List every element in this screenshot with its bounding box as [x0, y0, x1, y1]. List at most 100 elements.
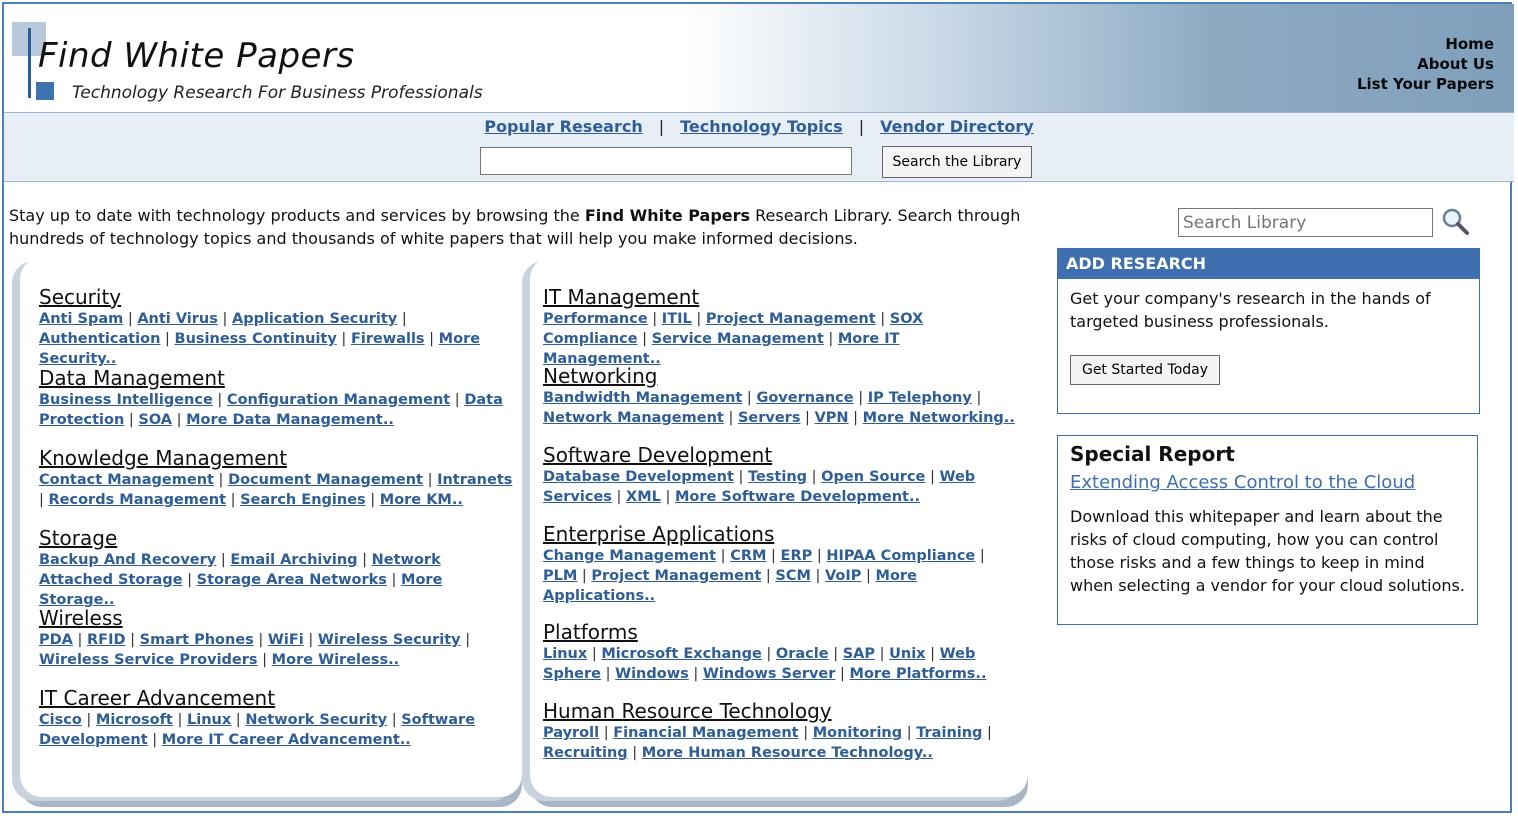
about-us-link[interactable]: About Us	[1357, 54, 1494, 74]
home-link[interactable]: Home	[1357, 34, 1494, 54]
category-links: Backup And Recovery | Email Archiving | …	[39, 550, 517, 610]
topic-link[interactable]: RFID	[87, 632, 126, 648]
logo-title[interactable]: Find White Papers	[38, 36, 355, 76]
topic-link[interactable]: Wireless Service Providers	[39, 652, 258, 668]
link-separator: |	[125, 632, 140, 648]
topic-link[interactable]: More Software Development..	[675, 489, 920, 505]
category-title[interactable]: Storage	[39, 526, 517, 550]
topic-link[interactable]: Linux	[187, 712, 231, 728]
topic-link[interactable]: Windows	[615, 666, 689, 682]
topic-link[interactable]: Microsoft Exchange	[601, 646, 761, 662]
topic-link[interactable]: Change Management	[543, 548, 716, 564]
topic-link[interactable]: CRM	[730, 548, 766, 564]
topic-link[interactable]: XML	[626, 489, 661, 505]
topic-link[interactable]: Servers	[738, 410, 801, 426]
topic-link[interactable]: Service Management	[652, 331, 824, 347]
topic-link[interactable]: VPN	[815, 410, 849, 426]
topic-link[interactable]: More Human Resource Technology..	[642, 745, 933, 761]
topic-link[interactable]: Unix	[889, 646, 925, 662]
topic-link[interactable]: Project Management	[591, 568, 761, 584]
get-started-button[interactable]: Get Started Today	[1070, 355, 1220, 385]
topic-link[interactable]: Business Continuity	[175, 331, 337, 347]
sidebar-search-input[interactable]	[1178, 208, 1433, 237]
topic-link[interactable]: Contact Management	[39, 472, 214, 488]
topic-link[interactable]: Linux	[543, 646, 587, 662]
topic-link[interactable]: Business Intelligence	[39, 392, 213, 408]
topic-link[interactable]: SAP	[843, 646, 875, 662]
topic-link[interactable]: Network Security	[245, 712, 387, 728]
category-links: Cisco | Microsoft | Linux | Network Secu…	[39, 710, 517, 750]
category-title[interactable]: Enterprise Applications	[543, 522, 1021, 546]
category-title[interactable]: Software Development	[543, 443, 1021, 467]
topic-link[interactable]: Bandwidth Management	[543, 390, 742, 406]
topic-link[interactable]: Anti Virus	[137, 311, 218, 327]
category-title[interactable]: IT Management	[543, 285, 1021, 309]
topic-link[interactable]: HIPAA Compliance	[826, 548, 975, 564]
category-title[interactable]: IT Career Advancement	[39, 686, 517, 710]
topic-link[interactable]: Network Management	[543, 410, 724, 426]
topic-link[interactable]: Oracle	[776, 646, 829, 662]
topic-link[interactable]: PDA	[39, 632, 73, 648]
magnifier-icon[interactable]	[1440, 206, 1470, 236]
topic-link[interactable]: Windows Server	[703, 666, 836, 682]
topic-link[interactable]: Testing	[748, 469, 807, 485]
topic-link[interactable]: Monitoring	[813, 725, 902, 741]
topic-link[interactable]: More Networking..	[863, 410, 1015, 426]
topic-link[interactable]: Anti Spam	[39, 311, 123, 327]
category-title[interactable]: Human Resource Technology	[543, 699, 1021, 723]
category-title[interactable]: Knowledge Management	[39, 446, 517, 470]
topic-link[interactable]: WiFi	[268, 632, 304, 648]
topic-link[interactable]: ITIL	[662, 311, 692, 327]
topic-link[interactable]: Smart Phones	[140, 632, 254, 648]
topic-link[interactable]: Microsoft	[96, 712, 173, 728]
category-title[interactable]: Wireless	[39, 606, 517, 630]
topic-link[interactable]: VoIP	[825, 568, 861, 584]
topic-link[interactable]: Wireless Security	[318, 632, 461, 648]
topic-link[interactable]: Payroll	[543, 725, 599, 741]
topic-link[interactable]: Financial Management	[613, 725, 798, 741]
nav-vendor-directory[interactable]: Vendor Directory	[880, 117, 1034, 136]
topic-link[interactable]: ERP	[781, 548, 813, 564]
topic-link[interactable]: Email Archiving	[230, 552, 357, 568]
topic-link[interactable]: Performance	[543, 311, 648, 327]
special-report-link[interactable]: Extending Access Control to the Cloud	[1070, 472, 1465, 493]
search-library-button[interactable]: Search the Library	[882, 146, 1032, 178]
topic-link[interactable]: Search Engines	[240, 492, 366, 508]
topic-link[interactable]: Authentication	[39, 331, 160, 347]
topic-link[interactable]: More Platforms..	[850, 666, 987, 682]
topic-link[interactable]: IP Telephony	[868, 390, 972, 406]
link-separator: |	[424, 331, 439, 347]
topic-link[interactable]: Recruiting	[543, 745, 628, 761]
topic-link[interactable]: SOA	[138, 412, 172, 428]
intro-brand: Find White Papers	[584, 206, 751, 225]
topic-link[interactable]: SCM	[775, 568, 811, 584]
category-title[interactable]: Security	[39, 285, 517, 309]
topic-link[interactable]: Open Source	[821, 469, 925, 485]
library-search-input[interactable]	[480, 147, 852, 175]
topic-link[interactable]: PLM	[543, 568, 577, 584]
topic-link[interactable]: Project Management	[706, 311, 876, 327]
topic-link[interactable]: Backup And Recovery	[39, 552, 216, 568]
topic-link[interactable]: Firewalls	[351, 331, 425, 347]
topic-link[interactable]: More Data Management..	[186, 412, 394, 428]
category-title[interactable]: Networking	[543, 364, 1021, 388]
topic-link[interactable]: More KM..	[380, 492, 463, 508]
link-separator: |	[460, 632, 471, 648]
topic-link[interactable]: Database Development	[543, 469, 734, 485]
topic-link[interactable]: Document Management	[228, 472, 423, 488]
topic-link[interactable]: Records Management	[49, 492, 227, 508]
topic-link[interactable]: Cisco	[39, 712, 82, 728]
nav-technology-topics[interactable]: Technology Topics	[680, 117, 843, 136]
topic-link[interactable]: Intranets	[437, 472, 512, 488]
topic-link[interactable]: More Wireless..	[272, 652, 399, 668]
topic-link[interactable]: Application Security	[232, 311, 397, 327]
list-your-papers-link[interactable]: List Your Papers	[1357, 74, 1494, 94]
topic-link[interactable]: Configuration Management	[227, 392, 450, 408]
topic-link[interactable]: Governance	[756, 390, 853, 406]
nav-popular-research[interactable]: Popular Research	[484, 117, 642, 136]
category-title[interactable]: Platforms	[543, 620, 1021, 644]
topic-link[interactable]: Storage Area Networks	[197, 572, 387, 588]
topic-link[interactable]: More IT Career Advancement..	[162, 732, 411, 748]
category-title[interactable]: Data Management	[39, 366, 517, 390]
topic-link[interactable]: Training	[916, 725, 982, 741]
